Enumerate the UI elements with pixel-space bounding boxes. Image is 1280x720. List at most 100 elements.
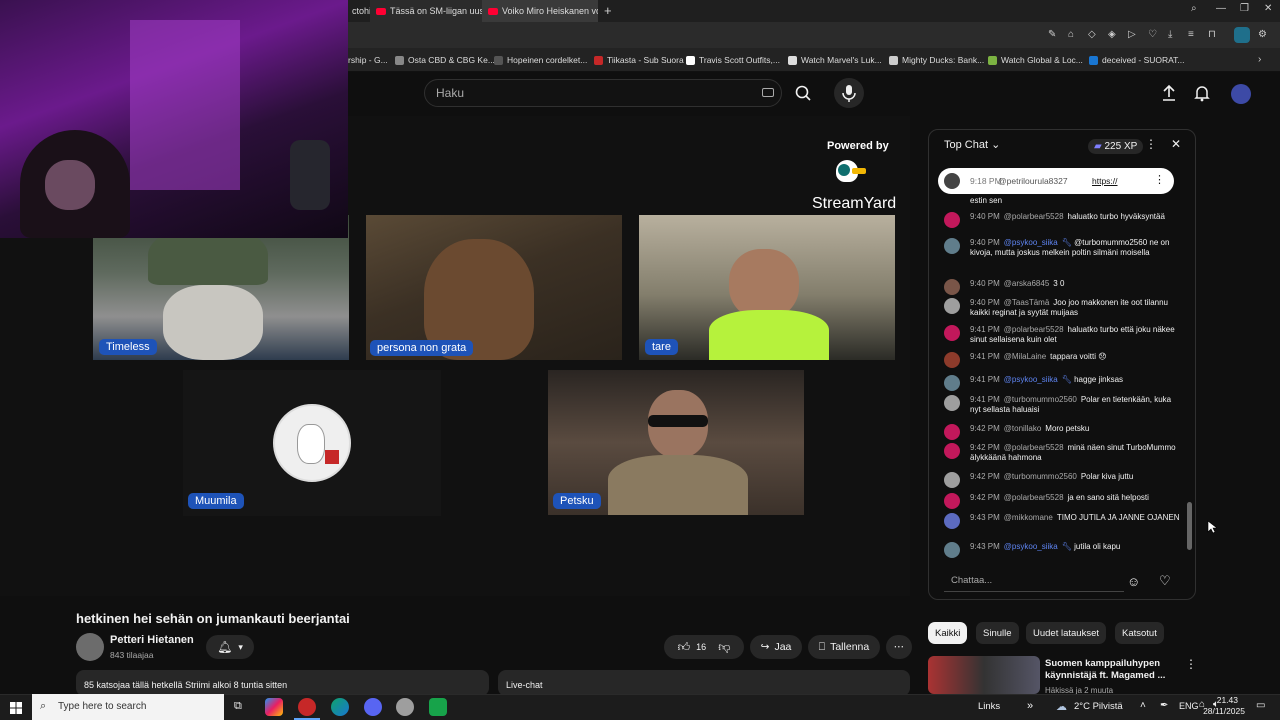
chat-author[interactable]: @psykoo_siika bbox=[1004, 375, 1058, 384]
chat-message[interactable]: 9:40 PM @psykoo_siika 🔧︎ @turbomummo2560 n… bbox=[944, 238, 1184, 258]
search-input[interactable]: Haku bbox=[436, 86, 464, 100]
taskbar-search[interactable]: ⌕ Type here to search bbox=[32, 694, 224, 720]
chat-author-avatar[interactable] bbox=[944, 298, 960, 314]
bookmark-item[interactable]: Watch Global & Loc... bbox=[988, 48, 1083, 72]
chat-author-avatar[interactable] bbox=[944, 443, 960, 459]
clock-date[interactable]: 28/11/2025 bbox=[1195, 706, 1245, 716]
notifications-bell-icon[interactable] bbox=[1193, 84, 1211, 107]
chat-message[interactable]: 9:42 PM @tonillako Moro petsku bbox=[944, 424, 1184, 440]
filter-chip-katsotut[interactable]: Katsotut bbox=[1115, 622, 1164, 644]
chat-author-avatar[interactable] bbox=[944, 212, 960, 228]
chat-message[interactable]: 9:41 PM @polarbear5528 haluatko turbo että… bbox=[944, 325, 1184, 345]
opera-browser-icon[interactable] bbox=[298, 698, 316, 716]
tab-sm-liiga[interactable]: Tässä on SM-liigan uusi c bbox=[370, 0, 482, 22]
tray-chevron-up-icon[interactable]: ˄ bbox=[1140, 700, 1146, 711]
weather-widget[interactable]: 2°C Pilvistä bbox=[1074, 701, 1123, 712]
chat-message[interactable]: 9:43 PM @mikkomane TIMO JUTILA JA JANNE OJ… bbox=[944, 513, 1184, 529]
chat-author-avatar[interactable] bbox=[944, 395, 960, 411]
bookmark-item[interactable]: Watch Marvel's Luk... bbox=[788, 48, 882, 72]
play-icon[interactable]: ▷ bbox=[1128, 29, 1136, 40]
app-green-icon[interactable] bbox=[429, 698, 447, 716]
chat-author-avatar[interactable] bbox=[944, 325, 960, 341]
chat-message[interactable]: 9:42 PM @polarbear5528 ja en sano sitä hel… bbox=[944, 493, 1184, 509]
description-box[interactable]: 85 katsojaa tällä hetkellä Striimi alkoi… bbox=[76, 670, 489, 696]
minimize-icon[interactable]: — bbox=[1216, 3, 1226, 14]
shield-icon[interactable]: ◇ bbox=[1088, 29, 1096, 40]
notification-center-icon[interactable]: ▭ bbox=[1256, 700, 1265, 711]
chat-input[interactable]: Chattaa... bbox=[944, 570, 1124, 592]
chat-author-avatar[interactable] bbox=[944, 424, 960, 440]
chat-author[interactable]: @turbomummo2560 bbox=[1004, 472, 1077, 481]
account-avatar[interactable] bbox=[1231, 84, 1251, 104]
pinned-message[interactable]: 9:18 PM @petrilourula8327 https:// ⋮ bbox=[938, 168, 1174, 194]
voice-search-button[interactable] bbox=[834, 78, 864, 108]
chat-message[interactable]: 9:43 PM @psykoo_siika 🔧︎ jutila oli kapu bbox=[944, 542, 1184, 558]
pinned-text[interactable]: https:// bbox=[1092, 176, 1118, 186]
chat-author-avatar[interactable] bbox=[944, 472, 960, 488]
search-tabs-icon[interactable]: ⌕ bbox=[1191, 3, 1197, 14]
chat-author[interactable]: @polarbear5528 bbox=[1004, 212, 1064, 221]
chat-mode-selector[interactable]: Top Chat ⌄ bbox=[944, 138, 1000, 151]
tab-miro-heiskanen[interactable]: Voiko Miro Heiskanen voi✕ bbox=[482, 0, 598, 22]
emoji-icon[interactable]: ☺ bbox=[1127, 574, 1140, 589]
chat-author-avatar[interactable] bbox=[944, 513, 960, 529]
chat-author[interactable]: @psykoo_siika bbox=[1004, 238, 1058, 247]
chat-author[interactable]: @mikkomane bbox=[1004, 513, 1053, 522]
search-box[interactable] bbox=[424, 79, 782, 107]
chat-message[interactable]: 9:42 PM @turbomummo2560 Polar kiva juttu bbox=[944, 472, 1184, 488]
lock-icon[interactable]: ⊓ bbox=[1208, 29, 1216, 40]
taskbar-links[interactable]: Links bbox=[978, 701, 1000, 712]
clock-time[interactable]: 21.43 bbox=[1202, 695, 1238, 705]
task-view-icon[interactable]: ⧉ bbox=[234, 700, 242, 713]
chat-author[interactable]: @polarbear5528 bbox=[1004, 325, 1064, 334]
discord-icon[interactable] bbox=[364, 698, 382, 716]
chat-message[interactable]: 9:40 PM @TaasTämä Joo joo makkonen ite oot… bbox=[944, 298, 1184, 318]
new-tab-icon[interactable]: + bbox=[604, 3, 612, 18]
bookmark-item[interactable]: Travis Scott Outfits,... bbox=[686, 48, 780, 72]
thumbs-up-icon[interactable]: 👍︎ bbox=[678, 640, 691, 655]
chat-message[interactable]: estin sen bbox=[944, 196, 1184, 206]
xp-badge[interactable]: ▰ 225 XP bbox=[1088, 139, 1144, 154]
filter-chip-kaikki[interactable]: Kaikki bbox=[928, 622, 968, 644]
close-window-icon[interactable]: ✕ bbox=[1264, 3, 1272, 14]
upload-icon[interactable] bbox=[1160, 84, 1178, 107]
chat-author-avatar[interactable] bbox=[944, 352, 960, 368]
app-icon[interactable] bbox=[396, 698, 414, 716]
copilot-icon[interactable] bbox=[265, 698, 283, 716]
chat-author-avatar[interactable] bbox=[944, 493, 960, 509]
recommended-more-icon[interactable]: ⋮ bbox=[1185, 657, 1197, 671]
chat-scrollbar[interactable] bbox=[1187, 502, 1192, 550]
chat-message[interactable]: 9:42 PM @polarbear5528 minä näen sinut Tur… bbox=[944, 443, 1184, 463]
windows-start-icon[interactable] bbox=[10, 701, 22, 719]
chevron-right-icon[interactable]: » bbox=[1027, 700, 1033, 712]
pen-icon[interactable]: ✒ bbox=[1160, 700, 1168, 711]
extension-icon[interactable]: ◈ bbox=[1108, 29, 1116, 40]
bookmark-item[interactable]: rship - G... bbox=[348, 48, 388, 72]
chat-message[interactable]: 9:40 PM @polarbear5528 haluatko turbo hyvä… bbox=[944, 212, 1184, 228]
chat-author[interactable]: @arska6845 bbox=[1004, 279, 1049, 288]
chat-message[interactable]: 9:40 PM @arska6845 3 0 bbox=[944, 279, 1184, 295]
chat-author[interactable]: @tonillako bbox=[1004, 424, 1041, 433]
thumbs-down-icon[interactable]: 👎︎ bbox=[718, 640, 730, 655]
download-icon[interactable]: ⤓ bbox=[1168, 29, 1172, 40]
recommended-thumbnail[interactable] bbox=[928, 656, 1040, 694]
chat-author[interactable]: @turbomummo2560 bbox=[1004, 395, 1077, 404]
chat-close-icon[interactable]: ✕ bbox=[1171, 137, 1181, 151]
bookmark-item[interactable]: Osta CBD & CBG Ke... bbox=[395, 48, 495, 72]
chat-author-avatar[interactable] bbox=[944, 375, 960, 391]
chat-author[interactable]: @TaasTämä bbox=[1004, 298, 1049, 307]
chat-author-avatar[interactable] bbox=[944, 542, 960, 558]
tab-partial[interactable]: ctohi bbox=[346, 0, 370, 22]
edge-browser-icon[interactable] bbox=[331, 698, 349, 716]
chat-message[interactable]: 9:41 PM @psykoo_siika 🔧︎ hagge jinksas bbox=[944, 375, 1184, 391]
chevron-right-icon[interactable]: › bbox=[1258, 54, 1261, 65]
share-button[interactable]: ↪ Jaa bbox=[750, 635, 802, 659]
heart-reaction-icon[interactable]: ♡ bbox=[1159, 573, 1171, 589]
save-button[interactable]: ⎕ Tallenna bbox=[808, 635, 880, 659]
chat-message[interactable]: 9:41 PM @MilaLaine tappara voitti 😞 bbox=[944, 352, 1184, 368]
live-chat-replay-box[interactable]: Live-chat bbox=[498, 670, 910, 696]
channel-name[interactable]: Petteri Hietanen bbox=[110, 634, 194, 646]
chat-author-avatar[interactable] bbox=[944, 279, 960, 295]
search-button[interactable] bbox=[784, 79, 824, 107]
edit-icon[interactable]: ✎ bbox=[1048, 29, 1056, 40]
